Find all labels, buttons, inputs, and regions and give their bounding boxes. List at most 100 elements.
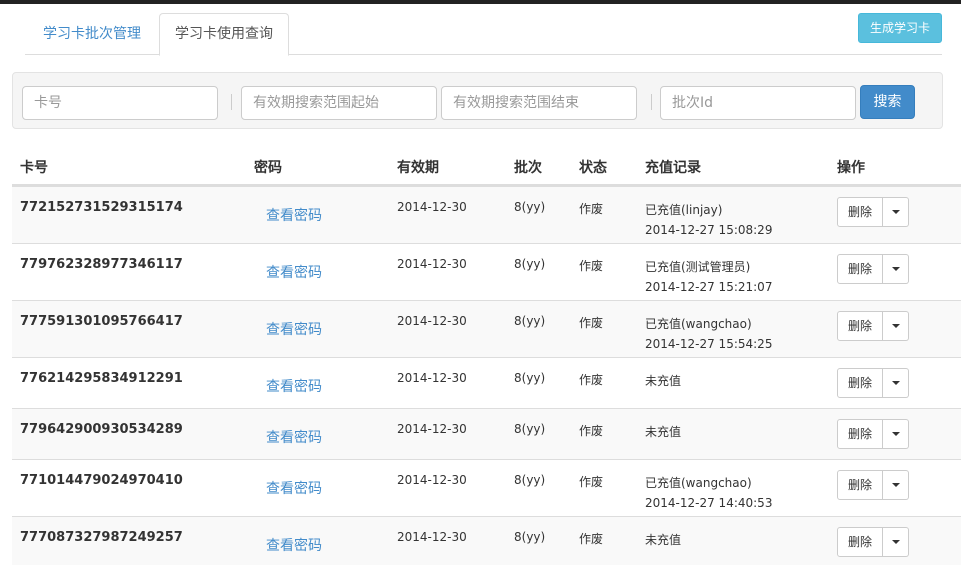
action-button-group: 删除 <box>837 368 909 398</box>
recharge-record: 未充值 <box>645 422 681 442</box>
tab-card-usage-query[interactable]: 学习卡使用查询 <box>159 13 289 56</box>
delete-button[interactable]: 删除 <box>837 470 883 500</box>
recharge-status: 已充值(linjay) <box>645 203 723 217</box>
status-value: 作废 <box>579 373 604 387</box>
batch-value: 8(yy) <box>514 314 546 328</box>
expiry-date: 2014-12-30 <box>397 371 467 385</box>
delete-button[interactable]: 删除 <box>837 419 883 449</box>
recharge-time: 2014-12-27 15:21:07 <box>645 280 773 294</box>
delete-button[interactable]: 删除 <box>837 311 883 341</box>
recharge-record: 已充值(wangchao) 2014-12-27 14:40:53 <box>645 473 772 513</box>
card-number: 777591301095766417 <box>20 314 183 329</box>
expiry-date: 2014-12-30 <box>397 422 467 436</box>
header-expiry: 有效期 <box>397 160 439 176</box>
card-number-input[interactable] <box>22 86 218 120</box>
delete-button[interactable]: 删除 <box>837 368 883 398</box>
card-number: 779762328977346117 <box>20 257 183 272</box>
card-number: 777087327987249257 <box>20 530 183 545</box>
action-button-group: 删除 <box>837 419 909 449</box>
dropdown-toggle-button[interactable] <box>883 419 909 449</box>
delete-button[interactable]: 删除 <box>837 527 883 557</box>
search-button[interactable]: 搜索 <box>860 85 915 119</box>
header-status: 状态 <box>579 160 607 176</box>
tab-batch-management[interactable]: 学习卡批次管理 <box>27 13 157 55</box>
expiry-date: 2014-12-30 <box>397 200 467 214</box>
view-password-link[interactable]: 查看密码 <box>266 535 322 555</box>
table-row: 779642900930534289 查看密码 2014-12-30 8(yy) 作废 未… <box>12 408 961 459</box>
dropdown-toggle-button[interactable] <box>883 527 909 557</box>
search-panel: 搜索 <box>12 72 943 129</box>
expiry-end-input[interactable] <box>441 86 637 120</box>
expiry-date: 2014-12-30 <box>397 530 467 544</box>
recharge-time: 2014-12-27 15:08:29 <box>645 223 773 237</box>
batch-id-input[interactable] <box>660 86 856 120</box>
recharge-time: 2014-12-27 15:54:25 <box>645 337 773 351</box>
card-number: 771014479024970410 <box>20 473 183 488</box>
header-actions: 操作 <box>837 160 865 176</box>
caret-down-icon <box>892 324 900 328</box>
top-bar <box>0 0 961 4</box>
generate-card-button[interactable]: 生成学习卡 <box>857 13 942 43</box>
recharge-record: 已充值(linjay) 2014-12-27 15:08:29 <box>645 200 772 240</box>
recharge-record: 已充值(测试管理员) 2014-12-27 15:21:07 <box>645 257 772 297</box>
dropdown-toggle-button[interactable] <box>883 311 909 341</box>
caret-down-icon <box>892 432 900 436</box>
header-recharge-record: 充值记录 <box>645 160 701 176</box>
recharge-status: 未充值 <box>645 533 682 547</box>
recharge-status: 已充值(wangchao) <box>645 476 752 490</box>
view-password-link[interactable]: 查看密码 <box>266 427 322 447</box>
card-number: 779642900930534289 <box>20 422 183 437</box>
recharge-status: 未充值 <box>645 425 682 439</box>
status-value: 作废 <box>579 424 604 438</box>
card-number: 776214295834912291 <box>20 371 183 386</box>
dropdown-toggle-button[interactable] <box>883 368 909 398</box>
recharge-time: 2014-12-27 14:40:53 <box>645 496 773 510</box>
table-row: 771014479024970410 查看密码 2014-12-30 8(yy) 作废 已… <box>12 459 961 516</box>
recharge-status: 未充值 <box>645 374 682 388</box>
recharge-status: 已充值(测试管理员) <box>645 260 751 274</box>
recharge-status: 已充值(wangchao) <box>645 317 752 331</box>
header-batch: 批次 <box>514 160 542 176</box>
dropdown-toggle-button[interactable] <box>883 197 909 227</box>
table-row: 772152731529315174 查看密码 2014-12-30 8(yy) 作废 已… <box>12 186 961 243</box>
recharge-record: 未充值 <box>645 371 681 391</box>
action-button-group: 删除 <box>837 311 909 341</box>
status-value: 作废 <box>579 532 604 546</box>
status-value: 作废 <box>579 202 604 216</box>
card-number: 772152731529315174 <box>20 200 183 215</box>
expiry-date: 2014-12-30 <box>397 257 467 271</box>
batch-value: 8(yy) <box>514 530 546 544</box>
caret-down-icon <box>892 540 900 544</box>
status-value: 作废 <box>579 316 604 330</box>
view-password-link[interactable]: 查看密码 <box>266 205 322 225</box>
recharge-record: 已充值(wangchao) 2014-12-27 15:54:25 <box>645 314 772 354</box>
action-button-group: 删除 <box>837 197 909 227</box>
caret-down-icon <box>892 210 900 214</box>
action-button-group: 删除 <box>837 470 909 500</box>
table-header: 卡号 密码 有效期 批次 状态 充值记录 操作 <box>12 149 961 186</box>
action-button-group: 删除 <box>837 527 909 557</box>
expiry-start-input[interactable] <box>241 86 437 120</box>
batch-value: 8(yy) <box>514 200 546 214</box>
dropdown-toggle-button[interactable] <box>883 254 909 284</box>
recharge-record: 未充值 <box>645 530 681 550</box>
caret-down-icon <box>892 267 900 271</box>
expiry-date: 2014-12-30 <box>397 314 467 328</box>
view-password-link[interactable]: 查看密码 <box>266 262 322 282</box>
delete-button[interactable]: 删除 <box>837 254 883 284</box>
divider <box>231 94 232 110</box>
header-password: 密码 <box>254 160 282 176</box>
header-card-number: 卡号 <box>20 160 48 176</box>
status-value: 作废 <box>579 259 604 273</box>
table-row: 779762328977346117 查看密码 2014-12-30 8(yy) 作废 已… <box>12 243 961 300</box>
status-value: 作废 <box>579 475 604 489</box>
batch-value: 8(yy) <box>514 422 546 436</box>
batch-value: 8(yy) <box>514 473 546 487</box>
view-password-link[interactable]: 查看密码 <box>266 319 322 339</box>
caret-down-icon <box>892 381 900 385</box>
delete-button[interactable]: 删除 <box>837 197 883 227</box>
view-password-link[interactable]: 查看密码 <box>266 376 322 396</box>
dropdown-toggle-button[interactable] <box>883 470 909 500</box>
divider <box>651 94 652 110</box>
view-password-link[interactable]: 查看密码 <box>266 478 322 498</box>
